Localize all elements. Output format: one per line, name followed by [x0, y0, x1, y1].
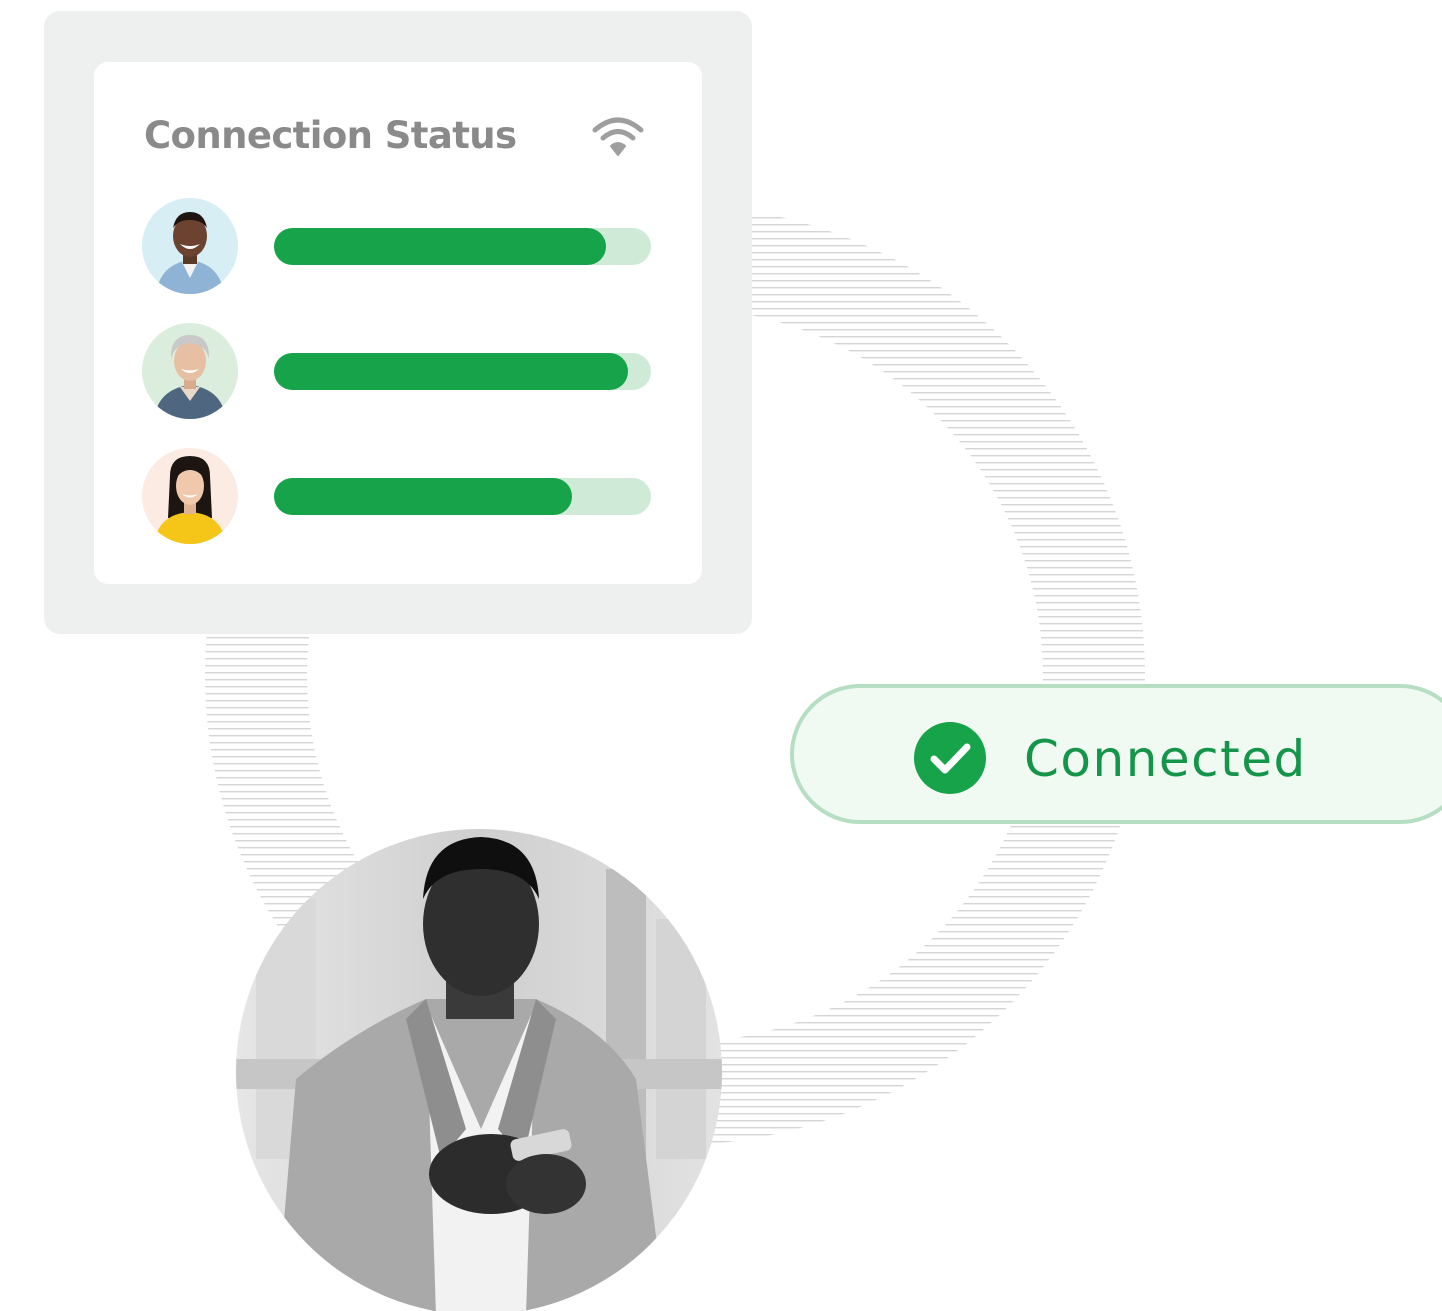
connection-strength-fill: [274, 228, 606, 265]
connection-strength-fill: [274, 353, 629, 390]
user-row: [142, 323, 652, 419]
man-looking-at-phone-photo: [236, 829, 722, 1311]
avatar-woman-yellow-top: [142, 448, 238, 544]
card-title: Connection Status: [144, 114, 517, 157]
connection-strength-bar: [274, 353, 651, 390]
user-row: [142, 198, 652, 294]
connection-strength-fill: [274, 478, 572, 515]
user-row: [142, 448, 652, 544]
connected-status-pill: Connected: [790, 684, 1442, 824]
connected-label: Connected: [1024, 730, 1307, 788]
connection-strength-bar: [274, 228, 651, 265]
avatar-smiling-man: [142, 198, 238, 294]
status-card: Connection Status: [94, 62, 702, 584]
wifi-icon: [592, 117, 644, 156]
connection-strength-bar: [274, 478, 651, 515]
avatar-gray-haired-woman: [142, 323, 238, 419]
check-circle-icon: [914, 722, 986, 794]
connection-illustration: Connection Status Connected: [0, 0, 1442, 1311]
